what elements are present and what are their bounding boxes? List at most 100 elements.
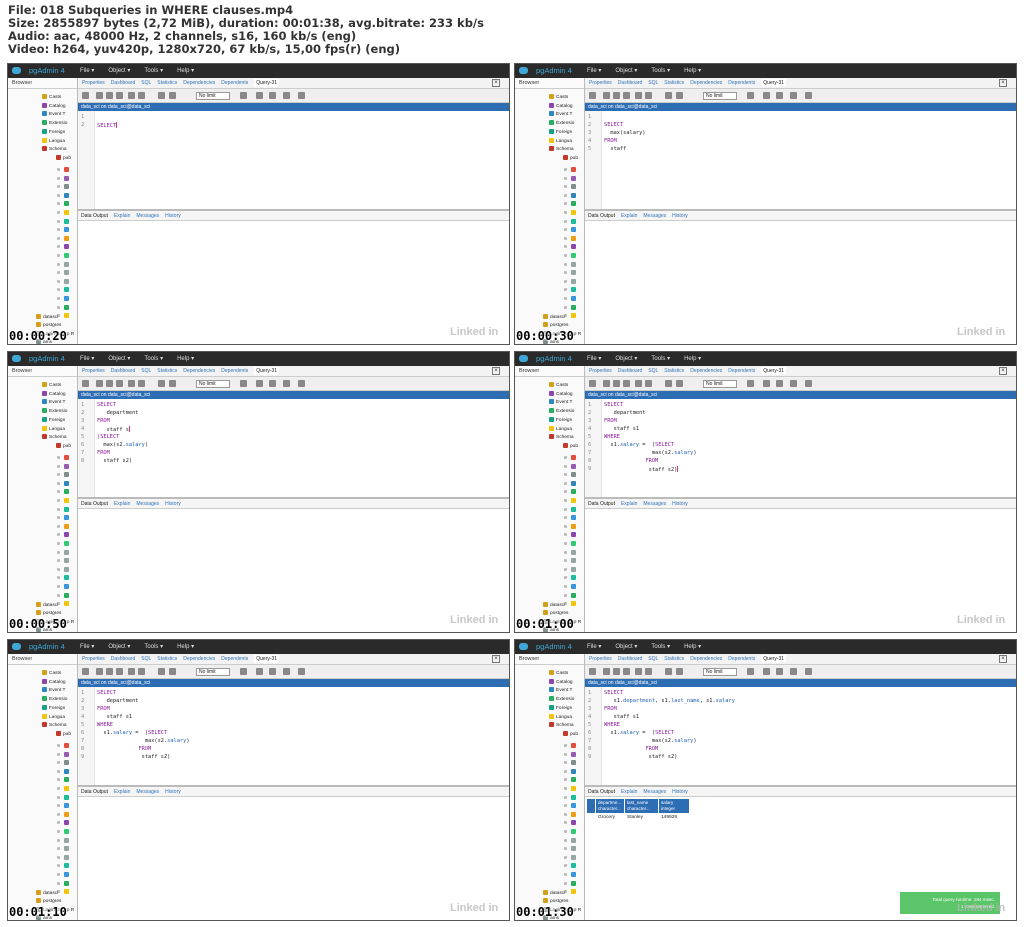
tab-sql[interactable]: SQL <box>648 368 658 374</box>
tree-item[interactable]: Casts <box>42 670 61 676</box>
expand-icon[interactable] <box>564 507 567 511</box>
toolbar-button-icon[interactable] <box>169 92 176 99</box>
result-tab[interactable]: Data Output <box>588 501 615 507</box>
expand-icon[interactable] <box>57 297 60 300</box>
tree-item[interactable]: Foreign <box>42 416 65 423</box>
result-tab[interactable]: Messages <box>136 789 159 795</box>
tab-sql[interactable]: SQL <box>141 656 151 662</box>
tree-item[interactable]: postgres <box>36 898 61 904</box>
toolbar-button-icon[interactable] <box>763 92 770 99</box>
toolbar-button-icon[interactable] <box>676 668 683 675</box>
expand-icon[interactable] <box>57 838 60 842</box>
schema-object-icon[interactable] <box>571 175 576 181</box>
schema-object-icon[interactable] <box>571 463 576 469</box>
schema-object-icon[interactable] <box>571 880 576 886</box>
menu-item[interactable]: Help ▾ <box>177 68 194 74</box>
toolbar-button-icon[interactable] <box>82 380 89 387</box>
schema-object-icon[interactable] <box>64 498 69 503</box>
schema-object-icon[interactable] <box>571 751 576 757</box>
expand-icon[interactable] <box>57 464 60 468</box>
toolbar-button-icon[interactable] <box>240 668 247 675</box>
toolbar-button-icon[interactable] <box>106 380 113 387</box>
tab-dependencies[interactable]: Dependencies <box>690 80 722 86</box>
row-limit-select[interactable]: No limit <box>703 92 737 100</box>
schema-object-icon[interactable] <box>571 313 576 319</box>
expand-icon[interactable] <box>57 576 60 580</box>
tab-sql[interactable]: SQL <box>141 368 151 374</box>
toolbar-button-icon[interactable] <box>790 92 797 99</box>
toolbar-button-icon[interactable] <box>763 668 770 675</box>
schema-object-icon[interactable] <box>571 515 576 521</box>
menu-item[interactable]: Object ▾ <box>615 644 637 650</box>
schema-object-icon[interactable] <box>571 803 576 809</box>
column-header[interactable]: departme... character... <box>596 799 624 813</box>
schema-object-icon[interactable] <box>571 261 576 267</box>
expand-icon[interactable] <box>57 769 60 773</box>
tree-item[interactable]: postgres <box>543 322 568 328</box>
schema-object-icon[interactable] <box>64 863 69 869</box>
toolbar-button-icon[interactable] <box>269 92 276 99</box>
toolbar-button-icon[interactable] <box>269 380 276 387</box>
tree-item[interactable]: pub <box>56 154 71 161</box>
tree-item[interactable]: pub <box>563 730 578 737</box>
close-icon[interactable]: × <box>999 655 1007 663</box>
expand-icon[interactable] <box>57 821 60 825</box>
tree-item[interactable]: postgres <box>36 322 61 328</box>
schema-object-icon[interactable] <box>64 227 69 233</box>
menu-item[interactable]: File ▾ <box>80 68 94 74</box>
tab-properties[interactable]: Properties <box>82 80 105 86</box>
expand-icon[interactable] <box>57 830 60 833</box>
schema-object-icon[interactable] <box>571 287 576 293</box>
expand-icon[interactable] <box>564 245 567 249</box>
expand-icon[interactable] <box>564 769 567 773</box>
toolbar-button-icon[interactable] <box>776 380 783 387</box>
toolbar-button-icon[interactable] <box>589 668 596 675</box>
schema-object-icon[interactable] <box>64 270 69 276</box>
expand-icon[interactable] <box>564 219 567 223</box>
menu-item[interactable]: File ▾ <box>80 644 94 650</box>
expand-icon[interactable] <box>564 516 567 520</box>
tree-item[interactable]: pub <box>563 442 578 449</box>
schema-object-icon[interactable] <box>64 584 69 589</box>
menu-item[interactable]: Object ▾ <box>108 644 130 650</box>
schema-object-icon[interactable] <box>571 794 576 800</box>
tree-item[interactable]: Catalog <box>549 390 573 397</box>
menu-item[interactable]: File ▾ <box>587 644 601 650</box>
schema-object-icon[interactable] <box>571 184 576 190</box>
result-tab[interactable]: Explain <box>621 501 637 507</box>
grid-cell[interactable]: 149929 <box>659 815 677 822</box>
schema-object-icon[interactable] <box>571 872 576 877</box>
result-tab[interactable]: History <box>165 501 181 507</box>
schema-object-icon[interactable] <box>571 820 576 826</box>
result-tab[interactable]: Explain <box>114 213 130 219</box>
result-tab[interactable]: Explain <box>114 501 130 507</box>
toolbar-button-icon[interactable] <box>763 380 770 387</box>
expand-icon[interactable] <box>57 288 60 292</box>
schema-object-icon[interactable] <box>64 175 69 181</box>
toolbar-button-icon[interactable] <box>623 668 630 675</box>
expand-icon[interactable] <box>57 176 60 180</box>
expand-icon[interactable] <box>564 847 567 851</box>
expand-icon[interactable] <box>57 499 60 502</box>
sql-editor[interactable]: 1 SELECT 2 s1.department, s1.last_name, s1… <box>585 687 1016 785</box>
tab-statistics[interactable]: Statistics <box>664 80 684 86</box>
toolbar-button-icon[interactable] <box>96 92 103 99</box>
toolbar-button-icon[interactable] <box>283 668 290 675</box>
expand-icon[interactable] <box>564 881 567 885</box>
tab-statistics[interactable]: Statistics <box>664 368 684 374</box>
schema-object-icon[interactable] <box>571 296 576 301</box>
schema-object-icon[interactable] <box>571 854 576 860</box>
tree-item[interactable]: datasci <box>36 602 58 608</box>
tree-item[interactable]: datasci <box>36 890 58 896</box>
schema-object-icon[interactable] <box>571 889 576 895</box>
tree-item[interactable]: Catalog <box>549 102 573 109</box>
tab-dependents[interactable]: Dependents <box>221 80 248 86</box>
expand-icon[interactable] <box>564 550 567 554</box>
toolbar-button-icon[interactable] <box>603 668 610 675</box>
expand-icon[interactable] <box>564 279 567 283</box>
sql-editor[interactable]: 1 2 SELECT 3 max(salary) 4 FROM 5 staff <box>585 111 1016 209</box>
expand-icon[interactable] <box>57 855 60 859</box>
schema-object-icon[interactable] <box>571 192 576 198</box>
expand-icon[interactable] <box>57 254 60 257</box>
schema-object-icon[interactable] <box>64 184 69 190</box>
